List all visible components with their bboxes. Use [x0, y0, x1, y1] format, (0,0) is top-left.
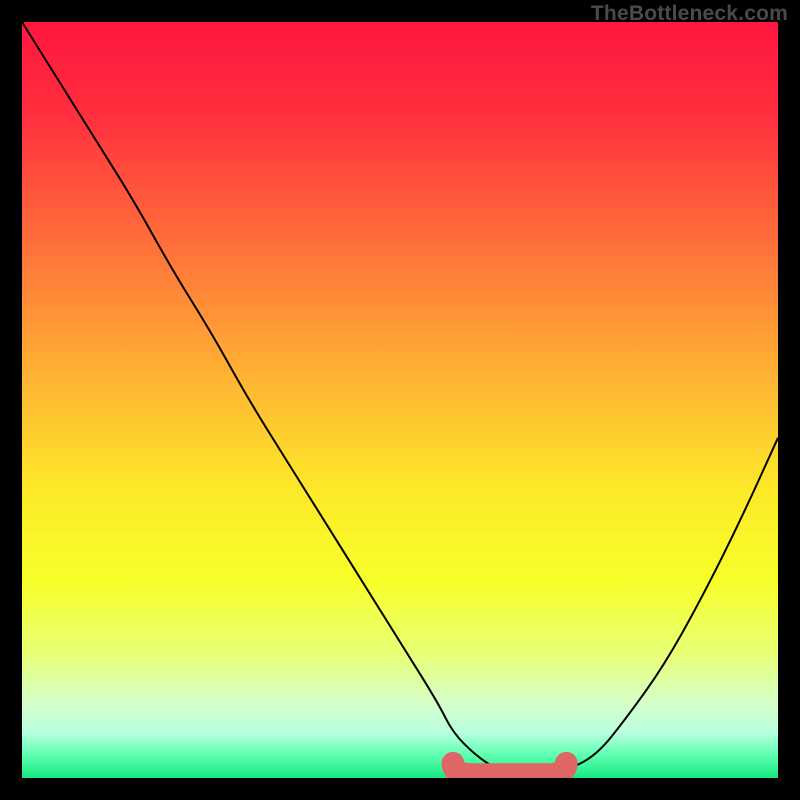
chart-frame: TheBottleneck.com	[0, 0, 800, 800]
bottleneck-chart	[22, 22, 778, 778]
watermark-label: TheBottleneck.com	[591, 2, 788, 26]
gradient-background	[22, 22, 778, 778]
plot-area	[22, 22, 778, 778]
optimal-range-marker	[453, 763, 566, 774]
